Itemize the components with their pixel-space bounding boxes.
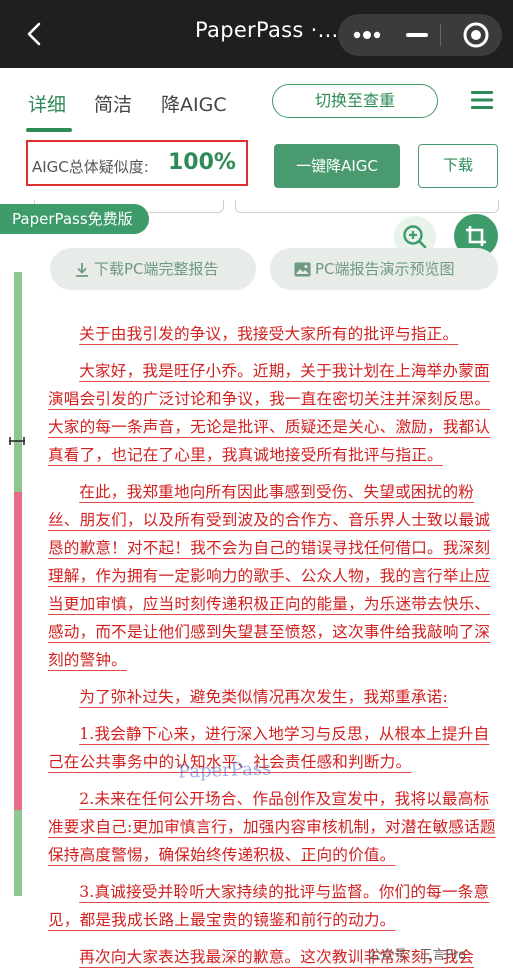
scroll-position-marker[interactable] xyxy=(8,436,26,446)
aigc-score-value: 100% xyxy=(168,150,236,175)
card-edge xyxy=(235,200,499,213)
mini-program-capsule xyxy=(338,14,502,56)
tab-detail[interactable]: 详细 xyxy=(28,90,66,117)
capsule-divider xyxy=(440,24,441,46)
paragraph[interactable]: 1.我会静下心来，进行深入地学习与反思，从根本上提升自己在公共事务中的认知水平、… xyxy=(48,720,498,776)
download-button[interactable]: 下载 xyxy=(418,144,498,188)
progress-segment-high xyxy=(14,492,22,810)
back-arrow-icon[interactable] xyxy=(24,22,48,46)
paragraph[interactable]: 3.真诚接受并聆听大家持续的批评与监督。你们的每一条意见，都是我成长路上最宝贵的… xyxy=(48,878,498,934)
free-version-badge: PaperPass免费版 xyxy=(0,204,149,234)
minimize-icon[interactable] xyxy=(404,24,430,46)
pc-report-preview-button[interactable]: PC端报告演示预览图 xyxy=(270,248,498,290)
account-watermark: 公众号 · 三言Pro xyxy=(368,948,467,963)
paragraph[interactable]: 2.未来在任何公开场合、作品创作及宣发中，我将以最高标准要求自己:更加审慎言行，… xyxy=(48,785,498,869)
download-pc-report-button[interactable]: 下载PC端完整报告 xyxy=(50,248,256,290)
paragraph[interactable]: 为了弥补过失，避免类似情况再次发生，我郑重承诺: xyxy=(48,683,498,711)
aigc-score-box: AIGC总体疑似度: 100% xyxy=(26,140,248,186)
close-target-icon[interactable] xyxy=(462,21,490,49)
report-content: PaperPass免费版 下载PC端完整报告 PC端报告演示预览图 关于由我引发… xyxy=(0,200,513,975)
paragraph[interactable]: 关于由我引发的争议，我接受大家所有的批评与指正。 xyxy=(48,320,498,348)
reduce-aigc-button[interactable]: 一键降AIGC xyxy=(274,144,400,188)
app-title: PaperPass ·... xyxy=(195,18,339,42)
document-body: 关于由我引发的争议，我接受大家所有的批评与指正。 大家好，我是旺仔小乔。近期，关… xyxy=(48,320,498,975)
tab-simple[interactable]: 简洁 xyxy=(94,90,132,117)
aigc-score-label: AIGC总体疑似度: xyxy=(32,158,149,176)
paragraph[interactable]: 在此，我郑重地向所有因此事感到受伤、失望或困扰的粉丝、朋友们，以及所有受到波及的… xyxy=(48,478,498,674)
pc-report-preview-label: PC端报告演示预览图 xyxy=(315,260,455,278)
active-tab-indicator xyxy=(26,128,72,132)
download-icon xyxy=(76,262,88,277)
tab-reduce-aigc[interactable]: 降AIGC xyxy=(161,90,227,117)
aigc-summary-row: AIGC总体疑似度: 100% 一键降AIGC 下载 xyxy=(0,134,513,200)
download-pc-report-label: 下载PC端完整报告 xyxy=(94,260,219,278)
progress-segment-low xyxy=(14,272,22,492)
menu-icon[interactable] xyxy=(470,88,494,112)
image-icon xyxy=(294,262,311,277)
title-bar: PaperPass ·... xyxy=(0,0,513,68)
watermark-text: PaperPass xyxy=(177,758,272,783)
report-tabs: 详细 简洁 降AIGC 切换至查重 xyxy=(0,68,513,135)
paragraph[interactable]: 大家好，我是旺仔小乔。近期，关于我计划在上海举办蒙面演唱会引发的广泛讨论和争议，… xyxy=(48,357,498,469)
switch-to-plagiarism-button[interactable]: 切换至查重 xyxy=(272,84,438,118)
more-dots-icon[interactable] xyxy=(352,24,384,46)
progress-segment-low xyxy=(14,810,22,896)
